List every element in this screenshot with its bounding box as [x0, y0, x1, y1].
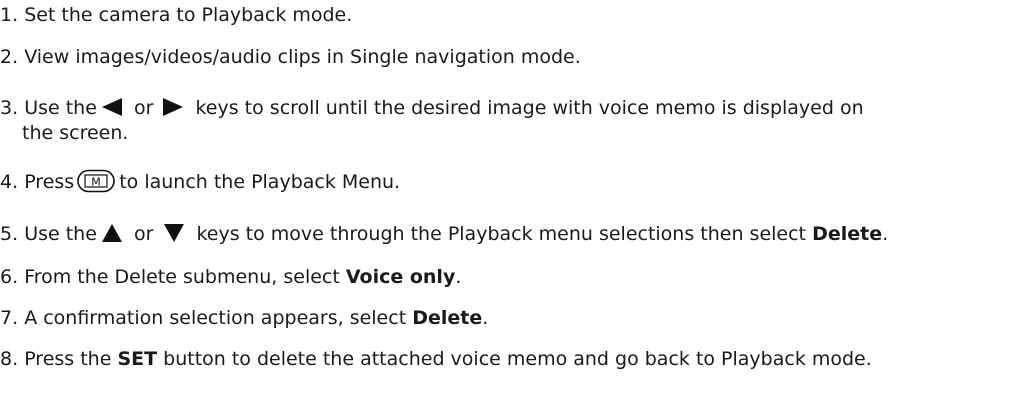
step-3: 3. Use the or keys to scroll until the d…	[0, 96, 1000, 146]
step-1: 1. Set the camera to Playback mode.	[0, 3, 352, 28]
step-text-post: to launch the Playback Menu.	[119, 171, 401, 193]
step-8: 8. Press the SET button to delete the at…	[0, 347, 872, 372]
step-text-pre: From the Delete submenu, select	[24, 266, 340, 288]
step-text-pre: Use the	[24, 223, 97, 245]
step-text-bold: Delete	[412, 307, 483, 329]
step-number: 4.	[0, 171, 19, 193]
step-number: 2.	[0, 46, 19, 68]
step-text-bold: Delete	[812, 223, 883, 245]
step-number: 6.	[0, 266, 19, 288]
menu-button-icon: M	[77, 169, 116, 193]
step-text-post: keys to move through the Playback menu s…	[196, 223, 807, 245]
step-text-post: button to delete the attached voice memo…	[163, 348, 872, 370]
step-text: View images/videos/audio clips in Single…	[24, 46, 581, 68]
step-number: 1.	[0, 4, 19, 26]
step-text-bold: SET	[117, 348, 158, 370]
step-5: 5. Use the or keys to move through the P…	[0, 222, 888, 247]
step-text-end: .	[882, 223, 889, 245]
step-2: 2. View images/videos/audio clips in Sin…	[0, 45, 581, 70]
menu-button-letter: M	[91, 176, 101, 189]
step-number: 7.	[0, 307, 19, 329]
step-text-pre: Press	[24, 171, 75, 193]
up-triangle-icon	[101, 224, 122, 242]
step-6: 6. From the Delete submenu, select Voice…	[0, 265, 461, 290]
step-text-mid: or	[133, 223, 154, 245]
right-triangle-icon	[163, 98, 184, 116]
step-text: Set the camera to Playback mode.	[24, 4, 353, 26]
step-text-pre: Press the	[24, 348, 112, 370]
left-triangle-icon	[101, 98, 122, 116]
step-number: 8.	[0, 348, 19, 370]
step-text-mid: or	[133, 97, 154, 119]
step-text-post: keys to scroll until the desired image w…	[195, 97, 864, 119]
step-text-continuation: the screen.	[22, 122, 129, 144]
step-number: 5.	[0, 223, 19, 245]
step-4: 4. Press M to launch the Playback Menu.	[0, 169, 400, 195]
step-text-end: .	[455, 266, 462, 288]
step-text-bold: Voice only	[345, 266, 456, 288]
step-7: 7. A confirmation selection appears, sel…	[0, 306, 488, 331]
step-text-pre: A confirmation selection appears, select	[24, 307, 407, 329]
step-text-pre: Use the	[24, 97, 97, 119]
down-triangle-icon	[164, 224, 185, 242]
step-number: 3.	[0, 97, 19, 119]
step-text-end: .	[482, 307, 489, 329]
